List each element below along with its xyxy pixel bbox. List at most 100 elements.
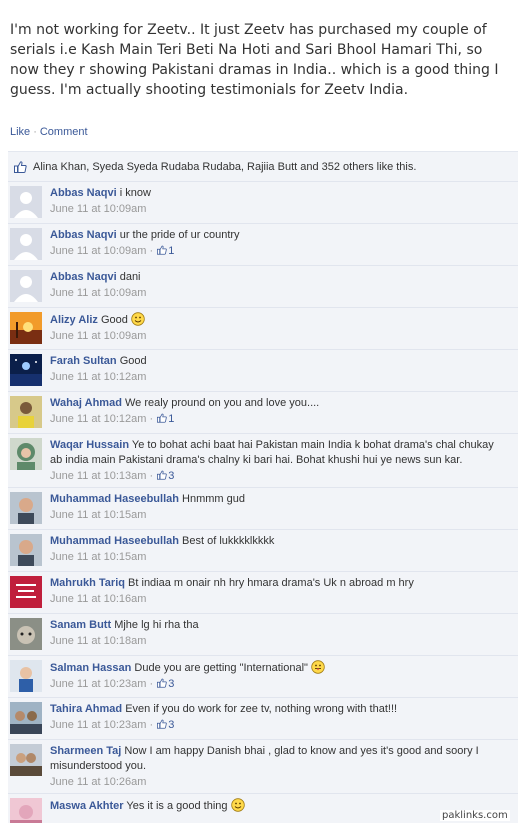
commenter-name[interactable]: Abbas Naqvi [50,271,117,283]
commenter-name[interactable]: Abbas Naqvi [50,187,117,199]
comment-timestamp[interactable]: June 11 at 10:09am [50,287,146,299]
comment-text: We realy pround on you and love you.... [124,397,320,409]
comment-line: Tahira Ahmad Even if you do work for zee… [50,702,496,717]
comment-body: Muhammad Haseebullah Hnmmm gud June 11 at… [50,492,496,523]
comment-like-count[interactable]: 1 [156,413,174,425]
tongue-emoji-icon [311,660,325,674]
comment-row: Tahira Ahmad Even if you do work for zee… [8,698,518,740]
comment-row: Sanam Butt Mjhe lg hi rha tha June 11 at … [8,614,518,656]
comment-like-count[interactable]: 3 [156,678,174,690]
comment-link[interactable]: Comment [40,126,88,138]
commenter-name[interactable]: Abbas Naqvi [50,229,117,241]
comment-line: Maswa Akhter Yes it is a good thing [50,798,496,814]
avatar[interactable] [10,438,42,470]
thumbs-up-icon [14,160,27,173]
comment-text: Hnmmm gud [182,493,246,505]
comment-timestamp[interactable]: June 11 at 10:12am [50,413,146,425]
comment-text: Good [100,314,128,326]
comment-meta: June 11 at 10:13am · 3 [50,470,175,482]
comment-line: Muhammad Haseebullah Best of lukkkklkkkk [50,534,496,549]
comment-timestamp[interactable]: June 11 at 10:09am [50,330,146,342]
comment-text: Good [119,355,147,367]
post-text: I'm not working for Zeetv.. It just Zeet… [10,22,499,98]
comment-timestamp[interactable]: June 11 at 10:09am [50,203,146,215]
comment-text: Yes it is a good thing [126,800,228,812]
comment-text: Mjhe lg hi rha tha [114,619,199,631]
avatar[interactable] [10,186,42,218]
comment-row: Farah Sultan Good June 11 at 10:12am [8,350,518,392]
commenter-name[interactable]: Sanam Butt [50,619,111,631]
comment-timestamp[interactable]: June 11 at 10:12am [50,371,146,383]
comment-row: Wahaj Ahmad We realy pround on you and l… [8,392,518,434]
comment-line: Waqar Hussain Ye to bohat achi baat hai … [50,438,496,468]
avatar[interactable] [10,228,42,260]
avatar[interactable] [10,270,42,302]
comment-row: Muhammad Haseebullah Hnmmm gud June 11 at… [8,488,518,530]
comment-body: Abbas Naqvi ur the pride of ur country Ju… [50,228,496,259]
comment-meta: June 11 at 10:23am · 3 [50,678,175,690]
comment-meta: June 11 at 10:15am [50,549,496,565]
comment-row: Mahrukh Tariq Bt indiaa m onair nh hry h… [8,572,518,614]
commenter-name[interactable]: Muhammad Haseebullah [50,535,179,547]
comment-meta: June 11 at 10:09am [50,201,496,217]
thumbs-up-icon [157,413,167,423]
avatar[interactable] [10,576,42,608]
avatar[interactable] [10,396,42,428]
avatar[interactable] [10,354,42,386]
comment-row: Salman Hassan Dude you are getting "Inte… [8,656,518,698]
commenter-name[interactable]: Muhammad Haseebullah [50,493,179,505]
commenter-name[interactable]: Mahrukh Tariq [50,577,125,589]
comment-timestamp[interactable]: June 11 at 10:09am [50,245,146,257]
commenter-name[interactable]: Waqar Hussain [50,439,129,451]
comment-timestamp[interactable]: June 11 at 10:18am [50,635,146,647]
comment-timestamp[interactable]: June 11 at 10:13am [50,470,146,482]
comment-body: Maswa Akhter Yes it is a good thing [50,798,496,814]
comment-line: Sanam Butt Mjhe lg hi rha tha [50,618,496,633]
avatar[interactable] [10,798,42,823]
comment-line: Abbas Naqvi i know [50,186,496,201]
comment-meta: June 11 at 10:15am [50,507,496,523]
like-link[interactable]: Like [10,126,30,138]
comment-line: Farah Sultan Good [50,354,496,369]
comment-list: Abbas Naqvi i know June 11 at 10:09am Abba… [8,182,518,823]
comment-line: Salman Hassan Dude you are getting "Inte… [50,660,496,676]
commenter-name[interactable]: Tahira Ahmad [50,703,122,715]
avatar[interactable] [10,702,42,734]
commenter-name[interactable]: Sharmeen Taj [50,745,121,757]
avatar[interactable] [10,492,42,524]
comment-line: Mahrukh Tariq Bt indiaa m onair nh hry h… [50,576,496,591]
comment-like-count[interactable]: 1 [156,245,174,257]
avatar[interactable] [10,312,42,344]
thumbs-up-icon [157,678,167,688]
comment-text: Even if you do work for zee tv, nothing … [125,703,398,715]
comment-timestamp[interactable]: June 11 at 10:15am [50,551,146,563]
commenter-name[interactable]: Wahaj Ahmad [50,397,122,409]
avatar[interactable] [10,534,42,566]
smile-emoji-icon [131,312,145,326]
commenter-name[interactable]: Farah Sultan [50,355,117,367]
smile-emoji-icon [230,798,245,812]
comment-timestamp[interactable]: June 11 at 10:23am [50,719,146,731]
comment-like-count[interactable]: 3 [156,470,174,482]
comment-meta: June 11 at 10:09am [50,328,496,344]
avatar[interactable] [10,618,42,650]
comment-like-count[interactable]: 3 [156,719,174,731]
likes-summary-text[interactable]: Alina Khan, Syeda Syeda Rudaba Rudaba, R… [33,161,416,173]
commenter-name[interactable]: Alizy Aliz [50,314,98,326]
comment-body: Sanam Butt Mjhe lg hi rha tha June 11 at … [50,618,496,649]
comment-body: Mahrukh Tariq Bt indiaa m onair nh hry h… [50,576,496,607]
comment-timestamp[interactable]: June 11 at 10:23am [50,678,146,690]
comment-line: Sharmeen Taj Now I am happy Danish bhai … [50,744,496,774]
comment-timestamp[interactable]: June 11 at 10:16am [50,593,146,605]
comment-timestamp[interactable]: June 11 at 10:26am [50,776,146,788]
commenter-name[interactable]: Maswa Akhter [50,800,124,812]
comment-row: Abbas Naqvi i know June 11 at 10:09am [8,182,518,224]
avatar[interactable] [10,744,42,776]
commenter-name[interactable]: Salman Hassan [50,662,131,674]
thumbs-up-icon [157,719,167,729]
comment-body: Alizy Aliz Good June 11 at 10:09am [50,312,496,344]
thumbs-up-icon [157,245,167,255]
comment-timestamp[interactable]: June 11 at 10:15am [50,509,146,521]
comment-meta: June 11 at 10:12am [50,369,496,385]
avatar[interactable] [10,660,42,692]
